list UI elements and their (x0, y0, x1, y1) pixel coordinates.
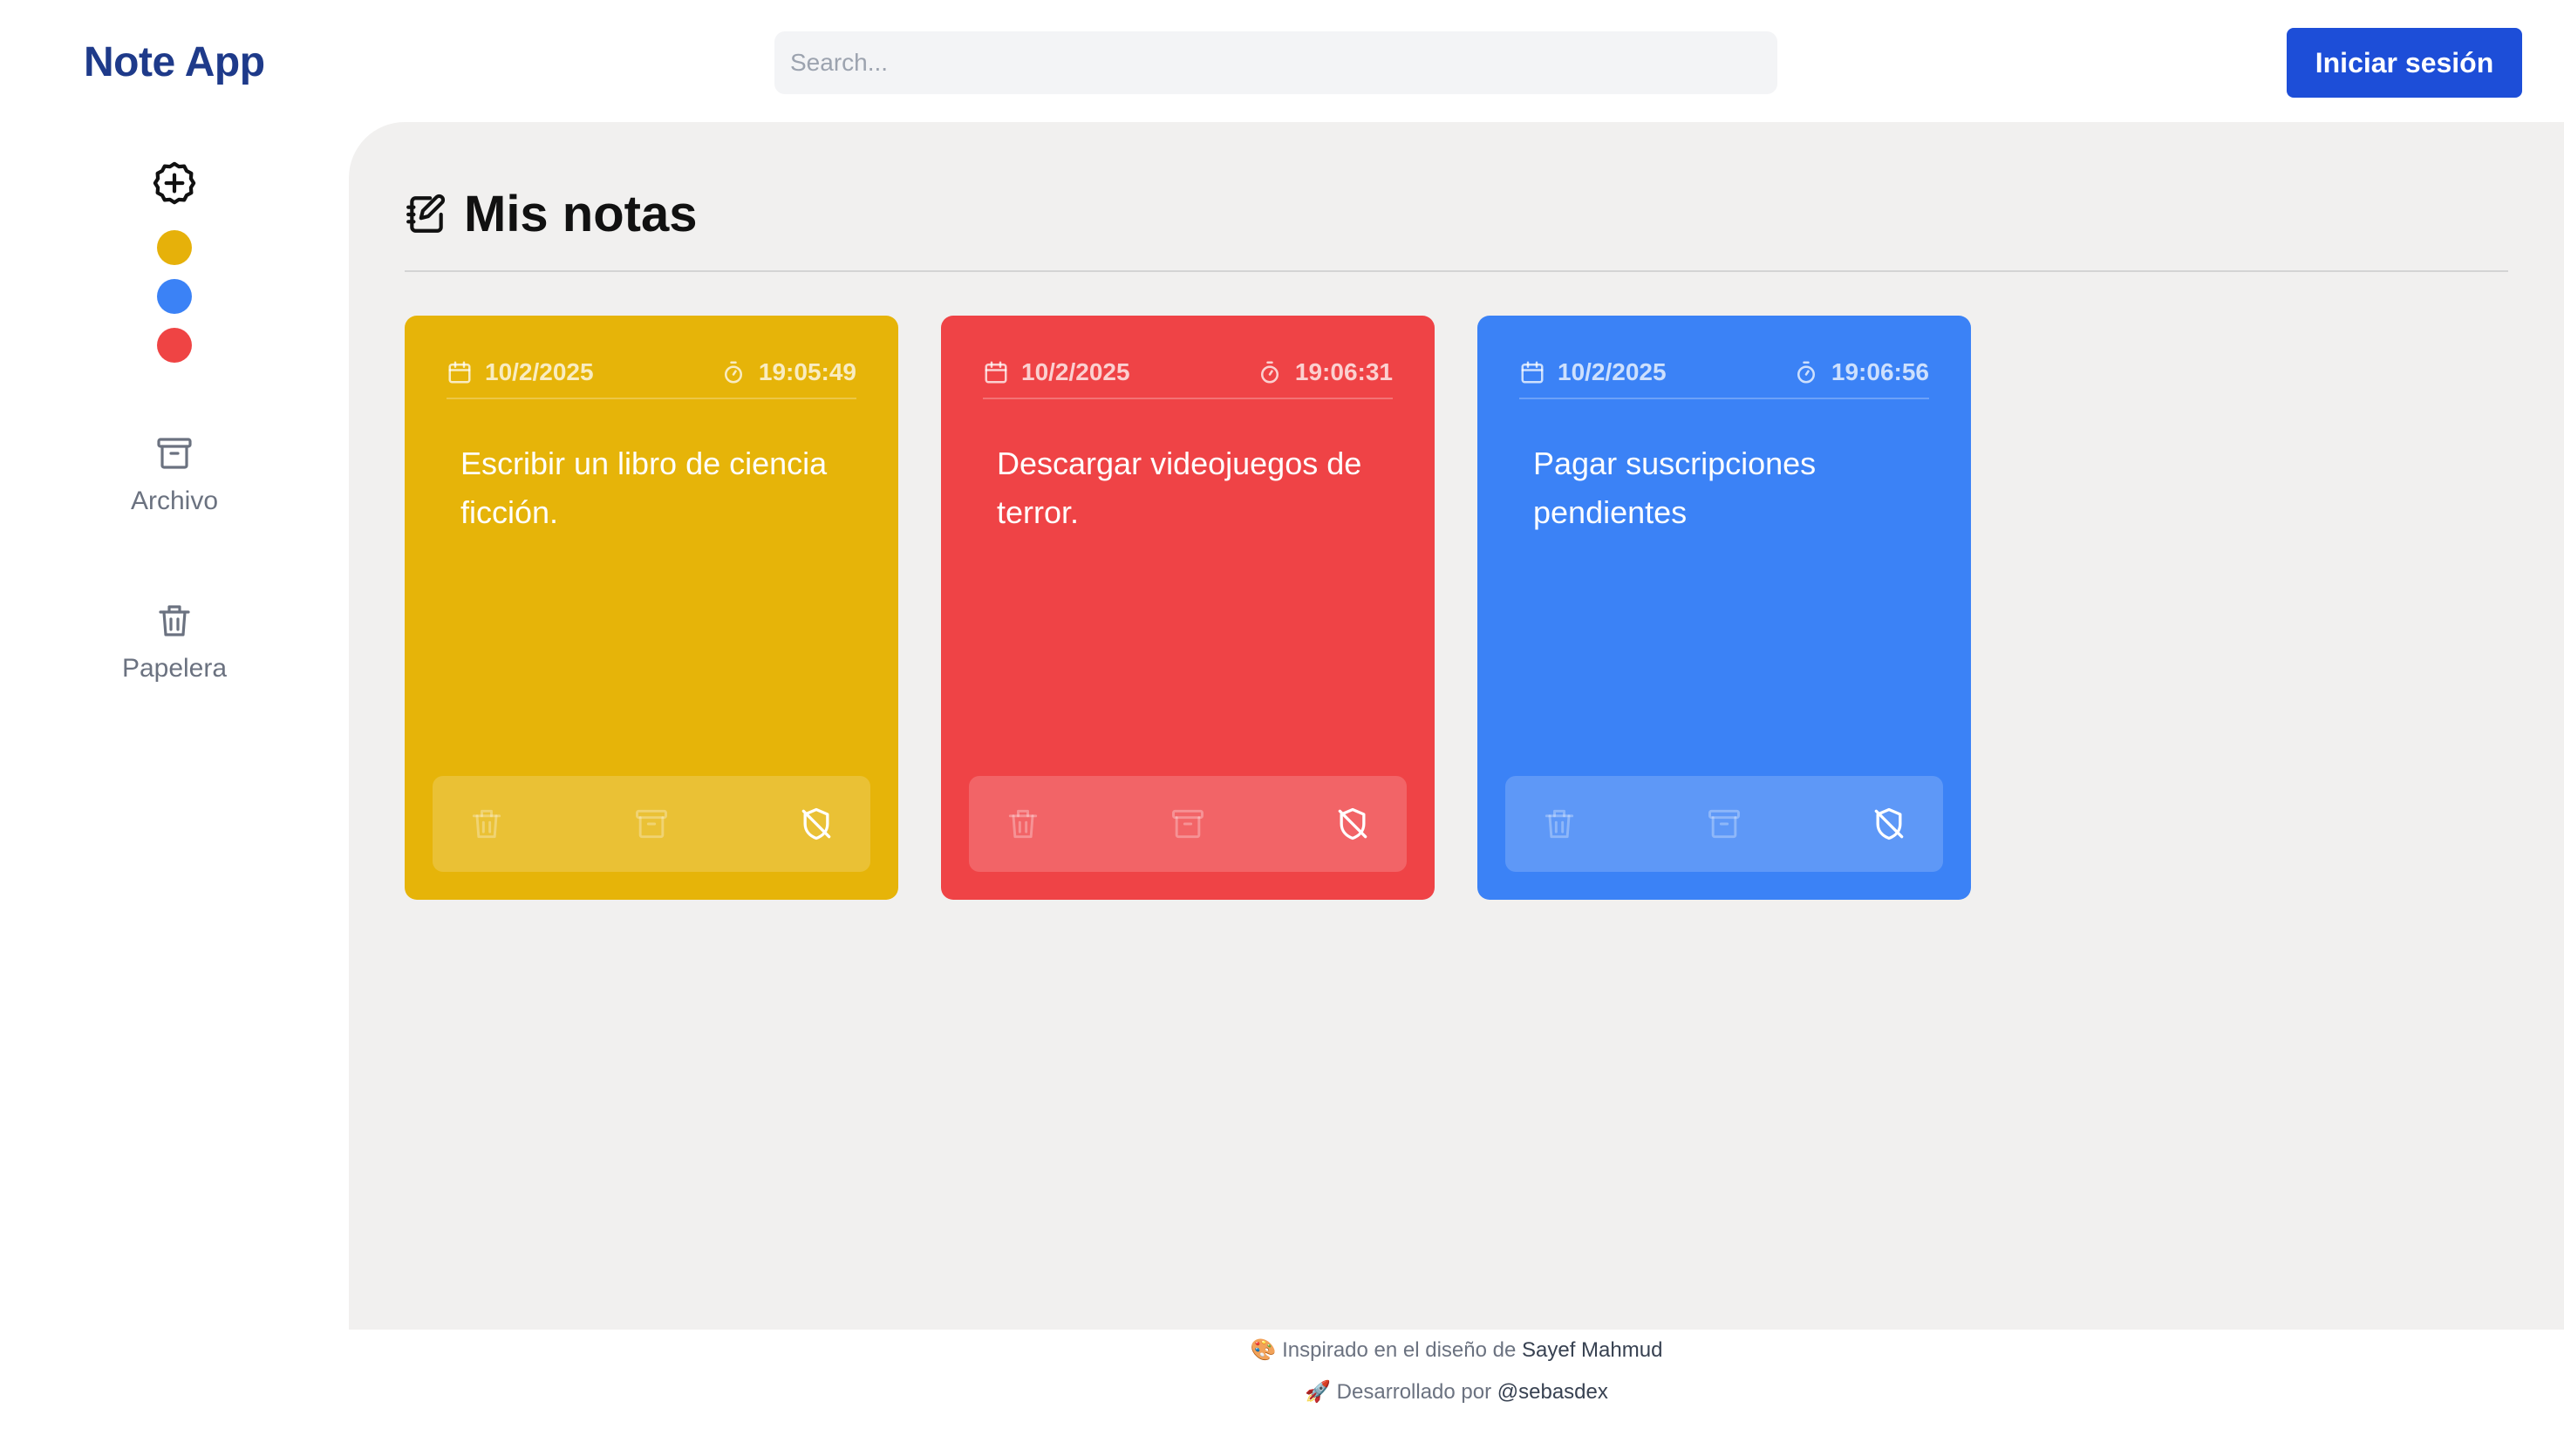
note-text[interactable]: Pagar suscripciones pendientes (1533, 439, 1919, 537)
note-card[interactable]: 10/2/2025 19:05:49 Escribir un libro de … (405, 316, 898, 900)
note-time-text: 19:06:56 (1831, 358, 1929, 385)
delete-note-button[interactable] (464, 801, 509, 847)
designer-link[interactable]: Sayef Mahmud (1522, 1338, 1662, 1362)
app-root: Note App Iniciar sesión Archivo Papelera (0, 0, 2564, 1456)
shield-off-icon (1874, 807, 1904, 840)
note-time: 19:06:56 (1793, 358, 1929, 386)
footer-dev-prefix: 🚀 Desarrollado por (1305, 1380, 1497, 1404)
sidebar-item-label: Archivo (130, 486, 219, 515)
archive-icon (636, 809, 667, 839)
note-actions (969, 776, 1407, 872)
archive-note-button[interactable] (1701, 801, 1747, 847)
trash-icon (159, 605, 190, 636)
archive-note-button[interactable] (1165, 801, 1210, 847)
login-button[interactable]: Iniciar sesión (2287, 28, 2522, 98)
note-card[interactable]: 10/2/2025 19:06:56 Pagar suscripciones p… (1477, 316, 1971, 900)
sidebar-item-archive[interactable]: Archivo (70, 432, 279, 516)
shield-off-icon (801, 807, 831, 840)
shield-off-icon (1338, 807, 1367, 840)
note-time-text: 19:05:49 (758, 358, 856, 385)
color-dot-blue[interactable] (157, 279, 192, 314)
note-text[interactable]: Escribir un libro de ciencia ficción. (460, 439, 846, 537)
note-date-text: 10/2/2025 (485, 358, 594, 385)
title-divider (405, 270, 2508, 272)
note-card[interactable]: 10/2/2025 19:06:31 Descargar videojuegos… (941, 316, 1435, 900)
sidebar: Archivo Papelera (0, 122, 349, 1325)
note-time: 19:05:49 (720, 358, 856, 386)
archive-icon (1708, 809, 1740, 839)
sidebar-item-label: Papelera (121, 654, 228, 683)
trash-icon (1008, 809, 1038, 839)
note-card-header: 10/2/2025 19:06:56 (1519, 357, 1929, 399)
sidebar-item-trash[interactable]: Papelera (70, 600, 279, 684)
footer-credit-dev: 🚀 Desarrollado por @sebasdex (349, 1371, 2564, 1413)
note-date-text: 10/2/2025 (1558, 358, 1667, 385)
note-time-text: 19:06:31 (1294, 358, 1393, 385)
unprotect-note-button[interactable] (794, 801, 839, 847)
color-dot-yellow[interactable] (157, 230, 192, 265)
trash-icon (1545, 809, 1574, 839)
note-time: 19:06:31 (1257, 358, 1393, 386)
color-dot-red[interactable] (157, 328, 192, 363)
calendar-icon (448, 361, 471, 384)
unprotect-note-button[interactable] (1866, 801, 1912, 847)
unprotect-note-button[interactable] (1330, 801, 1375, 847)
notes-panel: Mis notas 10/2/2025 19:05:49 Escribir un… (349, 122, 2564, 1330)
calendar-icon (1521, 361, 1544, 384)
footer-design-prefix: 🎨 Inspirado en el diseño de (1250, 1338, 1522, 1362)
archive-note-button[interactable] (629, 801, 674, 847)
note-card-header: 10/2/2025 19:05:49 (447, 357, 856, 399)
archive-icon (157, 438, 192, 469)
delete-note-button[interactable] (1537, 801, 1582, 847)
note-actions (433, 776, 870, 872)
notebook-edit-icon (406, 194, 446, 233)
delete-note-button[interactable] (1000, 801, 1046, 847)
note-date-text: 10/2/2025 (1021, 358, 1130, 385)
calendar-icon (985, 361, 1007, 384)
note-card-header: 10/2/2025 19:06:31 (983, 357, 1393, 399)
timer-icon (1260, 361, 1279, 384)
note-date: 10/2/2025 (447, 358, 594, 386)
note-date: 10/2/2025 (983, 358, 1130, 386)
page-title: Mis notas (405, 185, 698, 243)
note-actions (1505, 776, 1943, 872)
developer-link[interactable]: @sebasdex (1497, 1380, 1608, 1404)
timer-icon (724, 361, 742, 384)
search-input[interactable] (774, 31, 1777, 94)
trash-icon (472, 809, 501, 839)
note-text[interactable]: Descargar videojuegos de terror. (997, 439, 1382, 537)
footer: 🎨 Inspirado en el diseño de Sayef Mahmud… (349, 1330, 2564, 1413)
add-note-button[interactable] (148, 157, 201, 209)
timer-icon (1797, 361, 1815, 384)
page-title-text: Mis notas (464, 186, 698, 242)
archive-icon (1172, 809, 1204, 839)
footer-credit-design: 🎨 Inspirado en el diseño de Sayef Mahmud (349, 1330, 2564, 1371)
plus-circle-icon (153, 161, 196, 205)
app-logo[interactable]: Note App (84, 38, 265, 86)
note-date: 10/2/2025 (1519, 358, 1667, 386)
